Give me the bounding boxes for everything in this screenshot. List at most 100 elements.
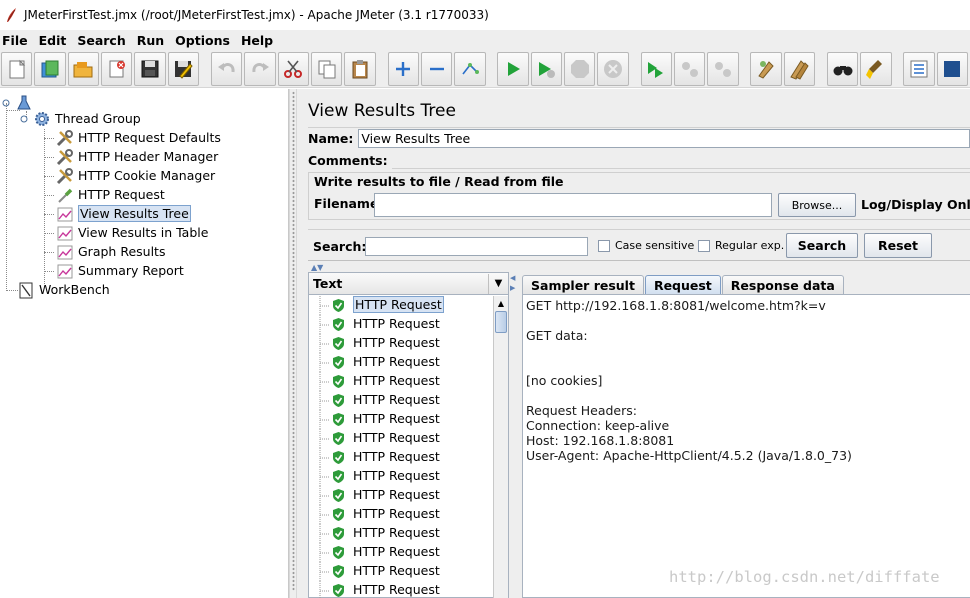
wrench-icon: [56, 167, 74, 185]
shutdown-icon: [604, 59, 623, 78]
result-row-label: HTTP Request: [353, 392, 440, 407]
results-list: Text ▼ HTTP Request HTTP Request HTTP Requ…: [308, 272, 509, 598]
toggle-open-icon[interactable]: [1, 94, 11, 112]
tab-sampler-result[interactable]: Sampler result: [522, 275, 644, 295]
workbench-icon: [17, 281, 35, 299]
result-row[interactable]: HTTP Request: [309, 429, 493, 448]
clear-all-button[interactable]: [783, 51, 816, 86]
result-row[interactable]: HTTP Request: [309, 543, 493, 562]
search-button[interactable]: Search: [786, 233, 858, 258]
remote-shutdown-button[interactable]: [707, 51, 739, 86]
templates-button[interactable]: [34, 51, 66, 86]
result-row[interactable]: HTTP Request: [309, 448, 493, 467]
tree-item-http-header-manager[interactable]: HTTP Header Manager: [56, 147, 218, 166]
search-input[interactable]: [365, 237, 588, 256]
comments-field[interactable]: [391, 167, 970, 169]
results-splitter[interactable]: ◀ ▶: [509, 272, 517, 598]
request-detail[interactable]: GET http://192.168.1.8:8081/welcome.htm?…: [522, 294, 970, 598]
function-helper-button[interactable]: [903, 51, 935, 86]
shutdown-button[interactable]: [597, 51, 629, 86]
result-row[interactable]: HTTP Request: [309, 391, 493, 410]
success-shield-icon: [333, 356, 344, 369]
paste-button[interactable]: [344, 51, 376, 86]
wrench-icon: [56, 148, 74, 166]
clear-button[interactable]: [750, 51, 782, 86]
save-as-button[interactable]: [167, 51, 200, 86]
main-splitter[interactable]: [289, 89, 297, 598]
reset-button[interactable]: Reset: [864, 233, 932, 258]
result-row[interactable]: HTTP Request: [309, 315, 493, 334]
browse-button[interactable]: Browse...: [778, 193, 856, 217]
result-row[interactable]: HTTP Request: [309, 410, 493, 429]
open-button[interactable]: [67, 51, 100, 86]
tree-item-view-results-tree[interactable]: View Results Tree: [56, 204, 191, 223]
stop-button[interactable]: [564, 51, 596, 86]
close-button[interactable]: [101, 51, 133, 86]
menu-options[interactable]: Options: [175, 33, 230, 48]
scroll-up-icon[interactable]: ▲: [494, 296, 508, 310]
regular-exp-label: Regular exp.: [715, 239, 785, 252]
success-shield-icon: [333, 375, 344, 388]
case-sensitive-checkbox[interactable]: [598, 240, 610, 252]
result-row[interactable]: HTTP Request: [309, 581, 493, 598]
start-no-pauses-button[interactable]: [530, 51, 563, 86]
regular-exp-checkbox[interactable]: [698, 240, 710, 252]
result-row[interactable]: HTTP Request: [309, 524, 493, 543]
reset-search-button[interactable]: [860, 51, 892, 86]
split-toggle-arrows[interactable]: ▲▼: [311, 263, 323, 272]
tree-item-http-cookie-manager[interactable]: HTTP Cookie Manager: [56, 166, 215, 185]
menu-file[interactable]: File: [2, 33, 28, 48]
result-row[interactable]: HTTP Request: [309, 486, 493, 505]
tree-thread-group[interactable]: Thread Group: [19, 109, 141, 128]
expand-all-button[interactable]: [387, 51, 419, 86]
copy-button[interactable]: [311, 51, 343, 86]
cut-button[interactable]: [277, 51, 310, 86]
save-icon: [141, 60, 159, 77]
save-button[interactable]: [134, 51, 166, 86]
remote-start-button[interactable]: [640, 51, 672, 86]
result-row[interactable]: HTTP Request: [309, 296, 493, 315]
open-icon: [73, 61, 93, 77]
result-row[interactable]: HTTP Request: [309, 467, 493, 486]
toggle-button[interactable]: [454, 51, 486, 86]
pipette-icon: [56, 186, 74, 204]
success-shield-icon: [333, 584, 344, 597]
result-row[interactable]: HTTP Request: [309, 372, 493, 391]
collapse-all-button[interactable]: [420, 51, 453, 86]
menu-help[interactable]: Help: [241, 33, 273, 48]
redo-button[interactable]: [244, 51, 276, 86]
graph-icon: [56, 243, 74, 261]
results-scrollbar[interactable]: ▲: [493, 296, 508, 598]
name-field[interactable]: View Results Tree: [358, 129, 970, 148]
chevron-down-icon[interactable]: ▼: [488, 273, 508, 294]
undo-button[interactable]: [210, 51, 243, 86]
tree-item-view-results-in-table[interactable]: View Results in Table: [56, 223, 208, 242]
help-button[interactable]: [936, 51, 969, 86]
tab-request[interactable]: Request: [644, 275, 721, 295]
result-row[interactable]: HTTP Request: [309, 334, 493, 353]
tab-response-data[interactable]: Response data: [721, 275, 844, 295]
toggle-open-icon[interactable]: [19, 110, 29, 128]
function-helper-icon: [910, 60, 928, 77]
result-row[interactable]: HTTP Request: [309, 562, 493, 581]
view-results-tree-panel: View Results Tree Name: View Results Tre…: [297, 89, 970, 598]
success-shield-icon: [333, 470, 344, 483]
scroll-thumb[interactable]: [495, 311, 507, 333]
search-button[interactable]: [826, 51, 859, 86]
tree-item-http-request[interactable]: HTTP Request: [56, 185, 165, 204]
tree-item-http-request-defaults[interactable]: HTTP Request Defaults: [56, 128, 221, 147]
tree-item-graph-results[interactable]: Graph Results: [56, 242, 165, 261]
remote-stop-button[interactable]: [673, 51, 706, 86]
menu-run[interactable]: Run: [137, 33, 164, 48]
tree-workbench[interactable]: WorkBench: [17, 280, 110, 299]
new-button[interactable]: [1, 51, 33, 86]
start-button[interactable]: [497, 51, 529, 86]
filename-input[interactable]: [374, 193, 772, 217]
result-row[interactable]: HTTP Request: [309, 505, 493, 524]
menu-search[interactable]: Search: [77, 33, 125, 48]
renderer-selector[interactable]: Text ▼: [309, 273, 508, 295]
copy-icon: [318, 60, 336, 78]
result-row[interactable]: HTTP Request: [309, 353, 493, 372]
menu-edit[interactable]: Edit: [39, 33, 67, 48]
tree-item-summary-report[interactable]: Summary Report: [56, 261, 184, 280]
